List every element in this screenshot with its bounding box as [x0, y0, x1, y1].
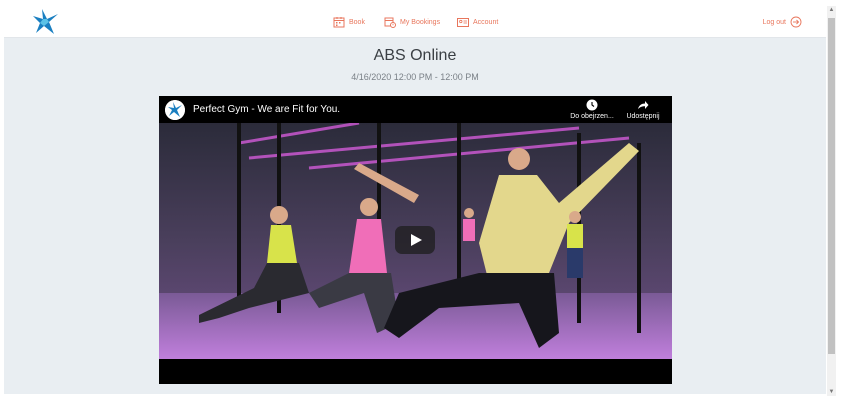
- video-title[interactable]: Perfect Gym - We are Fit for You.: [193, 104, 340, 115]
- logout-arrow-icon: [790, 16, 802, 28]
- watch-later-button[interactable]: Do obejrzen...: [564, 99, 620, 120]
- channel-logo-icon[interactable]: [165, 100, 185, 120]
- nav-account[interactable]: Account: [457, 6, 498, 38]
- account-card-icon: [457, 18, 469, 27]
- video-player[interactable]: Perfect Gym - We are Fit for You. Do obe…: [159, 96, 672, 384]
- event-content: ABS Online 4/16/2020 12:00 PM - 12:00 PM: [4, 38, 826, 394]
- scrollbar-thumb[interactable]: [828, 18, 835, 354]
- nav-book-label: Book: [349, 18, 365, 26]
- watch-later-label: Do obejrzen...: [570, 113, 614, 120]
- page-scrollbar[interactable]: ▲ ▼: [827, 6, 836, 396]
- nav-my-bookings-label: My Bookings: [400, 18, 441, 26]
- play-button[interactable]: [395, 226, 435, 254]
- star-logo-icon[interactable]: [30, 8, 60, 36]
- nav-account-label: Account: [473, 18, 499, 26]
- top-navbar: Book My Bookings Account Log out: [4, 6, 826, 38]
- play-icon: [411, 234, 422, 246]
- nav-book[interactable]: Book: [333, 6, 365, 38]
- video-title-bar: Perfect Gym - We are Fit for You. Do obe…: [159, 96, 672, 123]
- bookings-icon: [384, 17, 396, 28]
- share-button[interactable]: Udostępnij: [615, 99, 671, 120]
- scroll-up-icon[interactable]: ▲: [828, 6, 835, 14]
- event-datetime: 4/16/2020 12:00 PM - 12:00 PM: [351, 72, 479, 82]
- calendar-icon: [333, 17, 345, 28]
- scroll-down-icon[interactable]: ▼: [828, 388, 835, 396]
- logout-label: Log out: [762, 18, 786, 26]
- browser-viewport: Book My Bookings Account Log out ABS Onl…: [0, 0, 854, 418]
- nav-my-bookings[interactable]: My Bookings: [384, 6, 440, 38]
- share-icon: [638, 101, 649, 109]
- share-label: Udostępnij: [626, 113, 660, 120]
- logout-link[interactable]: Log out: [763, 6, 802, 38]
- clock-icon: [586, 99, 598, 111]
- page-title: ABS Online: [373, 47, 457, 64]
